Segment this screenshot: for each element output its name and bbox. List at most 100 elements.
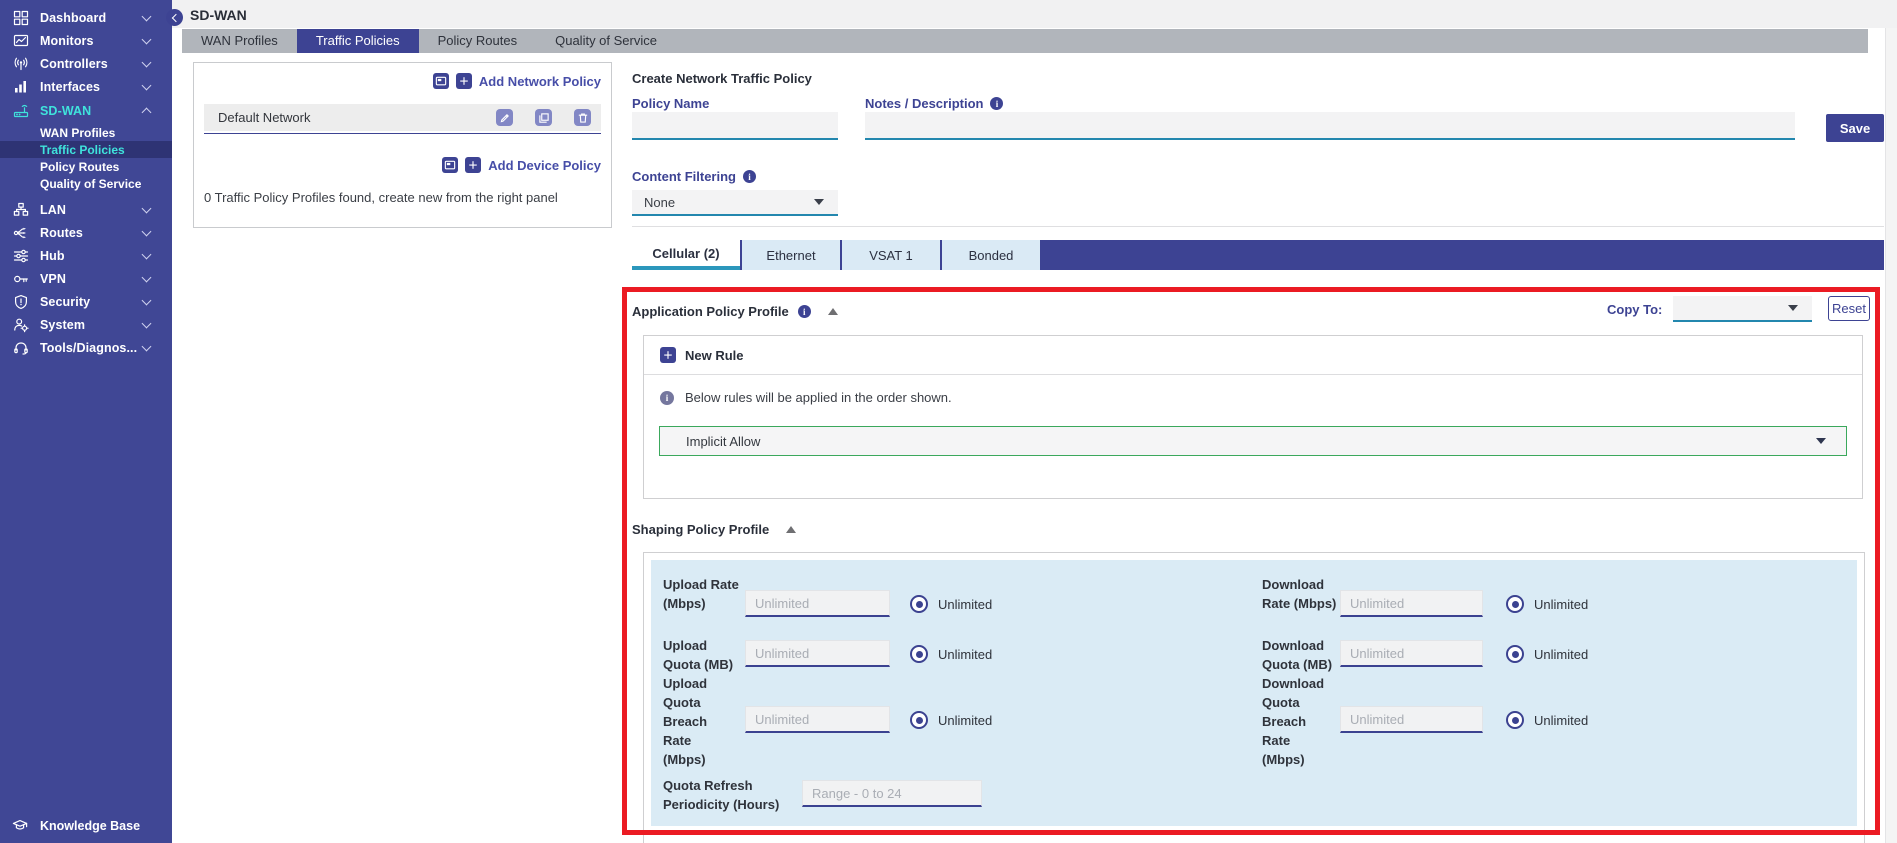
notes-input[interactable] (865, 112, 1795, 140)
chevron-down-icon (142, 204, 152, 214)
chevron-down-icon (142, 35, 152, 45)
sliders-icon (12, 248, 29, 264)
add-device-policy-button[interactable]: Add Device Policy (488, 158, 601, 173)
upload-quota-input[interactable] (745, 640, 890, 667)
upload-quota-breach-input[interactable] (745, 706, 890, 733)
sidebar-item-security[interactable]: Security (0, 290, 172, 313)
sidebar-item-label: Tools/Diagnos... (40, 341, 143, 355)
edit-icon-button[interactable] (496, 109, 513, 126)
tab-traffic-policies[interactable]: Traffic Policies (297, 29, 419, 53)
upload-quota-breach-unlimited-radio[interactable]: Unlimited (910, 711, 992, 729)
notes-label: Notes / Description i (865, 96, 1003, 111)
chevron-down-icon (142, 81, 152, 91)
sidebar-item-label: Security (40, 295, 143, 309)
tab-bar-filler (1040, 240, 1884, 270)
radio-selected-icon (1506, 645, 1524, 663)
info-icon[interactable]: i (990, 97, 1003, 110)
radio-selected-icon (910, 645, 928, 663)
sidebar-item-routes[interactable]: Routes (0, 221, 172, 244)
sidebar-item-vpn[interactable]: VPN (0, 267, 172, 290)
scrollbar[interactable] (1885, 28, 1897, 843)
tab-bonded[interactable]: Bonded (940, 240, 1040, 270)
add-icon-button[interactable] (660, 347, 676, 363)
shield-icon (12, 294, 29, 310)
chevron-down-icon (142, 342, 152, 352)
save-button[interactable]: Save (1826, 114, 1884, 142)
copy-icon-button[interactable] (535, 109, 552, 126)
tab-cellular[interactable]: Cellular (2) (632, 240, 740, 270)
reset-button[interactable]: Reset (1828, 296, 1870, 321)
app-window: Dashboard Monitors Controllers Interface… (0, 0, 1897, 843)
upload-quota-unlimited-radio[interactable]: Unlimited (910, 645, 992, 663)
tab-wan-profiles[interactable]: WAN Profiles (182, 29, 297, 53)
sidebar-item-lan[interactable]: LAN (0, 198, 172, 221)
router-icon (12, 103, 29, 119)
application-policy-title: Application Policy Profile (632, 304, 789, 319)
upload-rate-input[interactable] (745, 590, 890, 617)
sidebar-item-label: Controllers (40, 57, 143, 71)
add-icon-button[interactable] (456, 73, 472, 89)
implicit-allow-rule[interactable]: Implicit Allow (659, 426, 1847, 456)
sidebar-item-dashboard[interactable]: Dashboard (0, 6, 172, 29)
info-icon[interactable]: i (743, 170, 756, 183)
quota-refresh-input[interactable] (802, 780, 982, 807)
download-quota-input[interactable] (1340, 640, 1483, 667)
delete-icon-button[interactable] (574, 109, 591, 126)
info-icon[interactable]: i (798, 305, 811, 318)
chevron-down-icon (142, 273, 152, 283)
sidebar-item-controllers[interactable]: Controllers (0, 52, 172, 75)
top-tab-bar: WAN Profiles Traffic Policies Policy Rou… (182, 29, 1868, 53)
download-quota-unlimited-radio[interactable]: Unlimited (1506, 645, 1588, 663)
sidebar-item-interfaces[interactable]: Interfaces (0, 75, 172, 98)
dashboard-icon (12, 10, 29, 26)
sidebar-item-system[interactable]: System (0, 313, 172, 336)
tab-vsat-1[interactable]: VSAT 1 (840, 240, 940, 270)
sidebar-subitem-wan-profiles[interactable]: WAN Profiles (0, 124, 172, 141)
antenna-icon (12, 56, 29, 72)
chevron-left-icon (171, 13, 179, 21)
upload-rate-unlimited-radio[interactable]: Unlimited (910, 595, 992, 613)
page-header (172, 0, 1897, 28)
sidebar-item-knowledge-base[interactable]: Knowledge Base (0, 814, 172, 838)
sidebar: Dashboard Monitors Controllers Interface… (0, 0, 172, 843)
new-rule-button[interactable]: New Rule (685, 348, 744, 363)
policy-template-icon-button[interactable] (442, 157, 458, 173)
download-quota-label: Download Quota (MB) (1262, 636, 1352, 674)
sidebar-subitem-quality-of-service[interactable]: Quality of Service (0, 175, 172, 192)
tab-policy-routes[interactable]: Policy Routes (419, 29, 536, 53)
sidebar-item-hub[interactable]: Hub (0, 244, 172, 267)
upload-quota-label: Upload Quota (MB) (663, 636, 743, 674)
add-icon-button[interactable] (465, 157, 481, 173)
sidebar-item-sdwan[interactable]: SD-WAN (0, 98, 172, 124)
sidebar-item-tools-diagnostics[interactable]: Tools/Diagnos... (0, 336, 172, 359)
content-filtering-value: None (644, 195, 675, 210)
rules-box: New Rule i Below rules will be applied i… (643, 335, 1863, 499)
download-quota-breach-unlimited-radio[interactable]: Unlimited (1506, 711, 1588, 729)
back-button[interactable] (166, 9, 183, 26)
network-policy-row[interactable]: Default Network (204, 104, 601, 131)
bar-chart-icon (12, 79, 29, 95)
download-rate-unlimited-radio[interactable]: Unlimited (1506, 595, 1588, 613)
policy-name-input[interactable] (632, 112, 838, 140)
sidebar-item-label: Routes (40, 226, 143, 240)
sidebar-item-monitors[interactable]: Monitors (0, 29, 172, 52)
chevron-down-icon (142, 296, 152, 306)
subitem-label: Traffic Policies (40, 143, 125, 157)
content-filtering-select[interactable]: None (632, 190, 838, 216)
tab-ethernet[interactable]: Ethernet (740, 240, 840, 270)
route-arrows-icon (12, 225, 29, 241)
info-icon: i (660, 391, 674, 405)
sidebar-item-label: VPN (40, 272, 143, 286)
chevron-down-icon (142, 250, 152, 260)
download-quota-breach-input[interactable] (1340, 706, 1483, 733)
collapse-triangle-icon[interactable] (828, 308, 838, 315)
add-network-policy-button[interactable]: Add Network Policy (479, 74, 601, 89)
sidebar-subitem-traffic-policies[interactable]: Traffic Policies (0, 141, 172, 158)
sidebar-subitem-policy-routes[interactable]: Policy Routes (0, 158, 172, 175)
download-rate-input[interactable] (1340, 590, 1483, 617)
collapse-triangle-icon[interactable] (786, 526, 796, 533)
copy-to-select[interactable] (1673, 296, 1812, 322)
upload-rate-label: Upload Rate (Mbps) (663, 575, 743, 613)
tab-quality-of-service[interactable]: Quality of Service (536, 29, 676, 53)
policy-template-icon-button[interactable] (433, 73, 449, 89)
